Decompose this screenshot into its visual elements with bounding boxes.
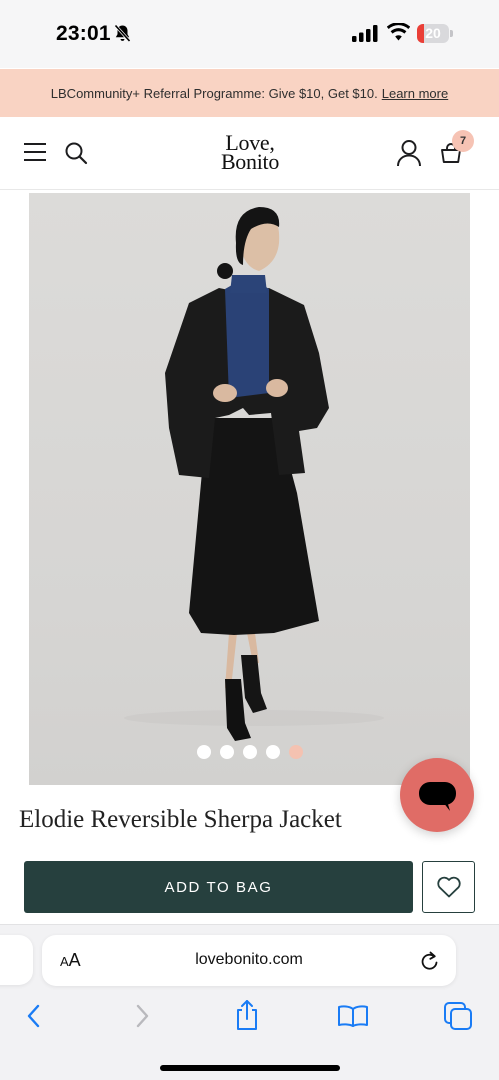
learn-more-link[interactable]: Learn more	[382, 86, 448, 101]
logo-line-2: Bonito	[220, 149, 280, 174]
bag-count-badge: 7	[452, 130, 474, 152]
gallery-dot[interactable]	[219, 745, 234, 759]
heart-icon	[436, 876, 461, 898]
chat-button[interactable]	[400, 758, 474, 832]
add-to-bag-button[interactable]: ADD TO BAG	[24, 861, 413, 913]
promo-text: LBCommunity+ Referral Programme: Give $1…	[50, 85, 378, 101]
gallery-dot[interactable]	[242, 745, 257, 759]
browser-toolbar: AA lovebonito.com	[0, 924, 499, 1080]
silent-bell-icon	[114, 24, 131, 48]
back-icon[interactable]	[25, 1003, 43, 1034]
address-bar[interactable]: AA lovebonito.com	[42, 935, 456, 986]
gallery-dot-active[interactable]	[288, 745, 303, 759]
hamburger-menu-icon[interactable]	[23, 142, 47, 167]
home-indicator	[160, 1065, 340, 1071]
forward-icon[interactable]	[133, 1003, 151, 1034]
tabs-icon[interactable]	[443, 1001, 473, 1036]
previous-tab-pill[interactable]	[0, 935, 33, 985]
product-image[interactable]	[29, 193, 470, 785]
bookmarks-icon[interactable]	[337, 1004, 369, 1033]
search-icon[interactable]	[64, 141, 88, 170]
cellular-signal-icon	[352, 25, 379, 47]
promo-banner: LBCommunity+ Referral Programme: Give $1…	[0, 69, 499, 117]
gallery-dot[interactable]	[265, 745, 280, 759]
site-header: Love, Bonito	[0, 117, 499, 190]
product-title: Elodie Reversible Sherpa Jacket	[19, 806, 342, 833]
share-icon[interactable]	[234, 999, 260, 1036]
status-bar: 23:01 20	[0, 0, 499, 68]
chat-bubble-icon	[419, 782, 456, 811]
battery-level: 20	[425, 25, 441, 41]
wifi-icon	[386, 22, 411, 46]
wishlist-button[interactable]	[422, 861, 475, 913]
model-photo	[124, 207, 384, 741]
gallery-pagination	[29, 745, 470, 759]
url-text: lovebonito.com	[195, 951, 303, 968]
battery-indicator: 20	[417, 24, 453, 43]
brand-logo[interactable]: Love, Bonito	[196, 132, 304, 174]
gallery-dot[interactable]	[196, 745, 211, 759]
account-icon[interactable]	[396, 139, 422, 172]
reload-icon[interactable]	[420, 950, 440, 977]
status-time: 23:01	[56, 22, 111, 45]
